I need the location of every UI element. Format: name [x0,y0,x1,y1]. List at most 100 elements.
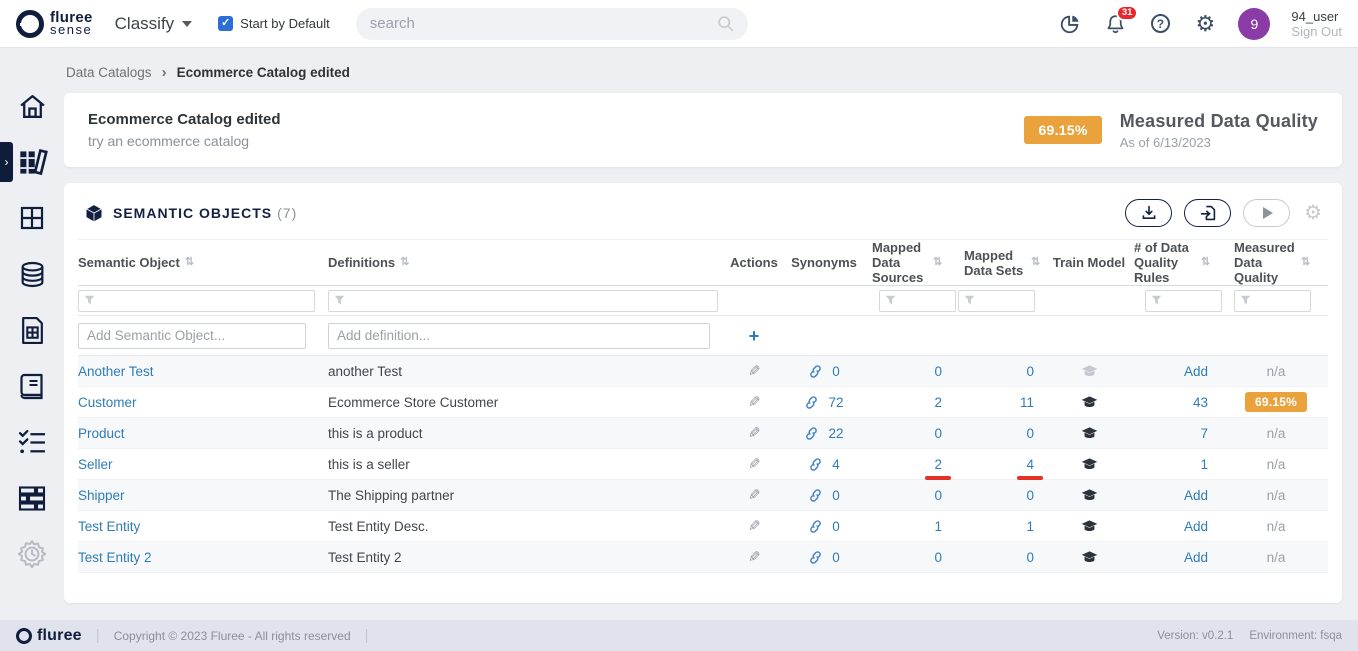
mapped-sets-count[interactable]: 0 [1026,550,1034,565]
mapped-sources-count-annotated[interactable]: 2 [934,457,942,472]
sidebar-item-mapping[interactable] [0,190,64,246]
rules-add-link[interactable]: Add [1184,364,1208,379]
col-mapped-data-sources[interactable]: Mapped Data Sources ⇅ [866,240,958,285]
sidebar-item-jobs[interactable] [0,526,64,582]
notifications-button[interactable]: 31 [1103,12,1127,36]
rules-add-link[interactable]: Add [1184,519,1208,534]
search-bar[interactable] [356,8,748,40]
sidebar-item-reports[interactable] [0,302,64,358]
train-model-icon[interactable] [1081,519,1098,533]
filter-quality-rules[interactable] [1145,290,1222,312]
semantic-object-link[interactable]: Shipper [78,488,125,503]
synonyms-link-icon[interactable] [804,395,819,410]
filter-measured-quality[interactable] [1234,290,1311,312]
rules-count[interactable]: 1 [1200,457,1208,472]
add-row-button[interactable]: + [749,327,760,345]
train-model-icon[interactable] [1081,457,1098,471]
mapped-sets-count-annotated[interactable]: 4 [1026,457,1034,472]
mapped-sources-count[interactable]: 2 [934,395,942,410]
synonyms-count[interactable]: 0 [832,488,840,503]
col-quality-rules[interactable]: # of Data Quality Rules ⇅ [1128,240,1224,285]
rules-add-link[interactable]: Add [1184,488,1208,503]
edit-pencil-icon[interactable]: ✎ [748,362,761,380]
edit-pencil-icon[interactable]: ✎ [748,486,761,504]
synonyms-count[interactable]: 72 [828,395,843,410]
avatar[interactable]: 9 [1238,8,1270,40]
filter-semantic-object[interactable] [78,290,315,312]
add-semantic-object-input[interactable] [78,323,306,349]
train-model-icon[interactable] [1081,364,1098,378]
settings-button[interactable]: ⚙ [1193,12,1217,36]
synonyms-link-icon[interactable] [808,488,823,503]
semantic-object-link[interactable]: Product [78,426,125,441]
edit-pencil-icon[interactable]: ✎ [748,424,761,442]
col-mapped-data-sets[interactable]: Mapped Data Sets ⇅ [958,248,1050,278]
synonyms-link-icon[interactable] [808,550,823,565]
mapped-sources-count[interactable]: 0 [934,550,942,565]
add-definition-input[interactable] [328,323,710,349]
filter-semantic-object-input[interactable] [100,294,309,308]
col-semantic-object[interactable]: Semantic Object ⇅ [78,255,328,270]
sort-icon[interactable]: ⇅ [933,255,942,270]
mapped-sets-count[interactable]: 11 [1020,395,1034,410]
filter-mapped-data-sources[interactable] [879,290,956,312]
synonyms-link-icon[interactable] [804,426,819,441]
help-button[interactable]: ? [1148,12,1172,36]
rules-count[interactable]: 7 [1200,426,1208,441]
mapped-sets-count[interactable]: 1 [1026,519,1034,534]
search-input[interactable] [370,15,717,32]
download-button[interactable] [1125,199,1172,227]
edit-pencil-icon[interactable]: ✎ [748,517,761,535]
synonyms-count[interactable]: 0 [832,519,840,534]
col-measured-quality[interactable]: Measured Data Quality ⇅ [1224,240,1328,285]
filter-definitions-input[interactable] [350,294,712,308]
rules-add-link[interactable]: Add [1184,550,1208,565]
mapped-sources-count[interactable]: 0 [934,364,942,379]
sidebar-item-data-sets[interactable] [0,470,64,526]
synonyms-count[interactable]: 0 [832,364,840,379]
rules-count[interactable]: 43 [1193,395,1208,410]
semantic-object-link[interactable]: Seller [78,457,113,472]
train-model-icon[interactable] [1081,426,1098,440]
fluree-sense-logo[interactable]: fluree sense [16,10,93,38]
sidebar-item-home[interactable] [0,78,64,134]
edit-pencil-icon[interactable]: ✎ [748,455,761,473]
import-file-button[interactable] [1184,199,1231,227]
sidebar-item-glossary[interactable] [0,358,64,414]
mapped-sources-count[interactable]: 1 [934,519,942,534]
mapped-sets-count[interactable]: 0 [1026,364,1034,379]
filter-mapped-data-sets[interactable] [958,290,1035,312]
train-model-icon[interactable] [1081,550,1098,564]
classify-menu[interactable]: Classify [115,14,193,34]
mapped-sets-count[interactable]: 0 [1026,426,1034,441]
start-by-default-toggle[interactable]: ✓ Start by Default [218,16,330,31]
synonyms-count[interactable]: 0 [832,550,840,565]
synonyms-count[interactable]: 4 [832,457,840,472]
sort-icon[interactable]: ⇅ [185,255,194,270]
filter-quality-rules-input[interactable] [1167,294,1216,308]
sign-out-link[interactable]: Sign Out [1291,24,1342,39]
sort-icon[interactable]: ⇅ [400,255,409,270]
mapped-sources-count[interactable]: 0 [934,488,942,503]
filter-mapped-data-sets-input[interactable] [980,294,1029,308]
filter-measured-quality-input[interactable] [1256,294,1305,308]
run-button[interactable] [1243,199,1290,227]
filter-definitions[interactable] [328,290,718,312]
col-definitions[interactable]: Definitions ⇅ [328,255,726,270]
synonyms-count[interactable]: 22 [828,426,843,441]
breadcrumb-data-catalogs[interactable]: Data Catalogs [66,65,152,80]
mapped-sets-count[interactable]: 0 [1026,488,1034,503]
synonyms-link-icon[interactable] [808,519,823,534]
semantic-object-link[interactable]: Test Entity [78,519,140,534]
semantic-object-link[interactable]: Customer [78,395,137,410]
edit-pencil-icon[interactable]: ✎ [748,548,761,566]
table-settings-gear-icon[interactable]: ⚙ [1304,203,1322,223]
sort-icon[interactable]: ⇅ [1031,255,1040,270]
usage-chart-button[interactable] [1058,12,1082,36]
synonyms-link-icon[interactable] [808,364,823,379]
sidebar-item-rules[interactable] [0,414,64,470]
semantic-object-link[interactable]: Another Test [78,364,154,379]
sidebar-item-data-catalogs[interactable]: › [0,134,64,190]
checkbox-checked-icon[interactable]: ✓ [218,16,233,31]
sort-icon[interactable]: ⇅ [1201,255,1210,270]
